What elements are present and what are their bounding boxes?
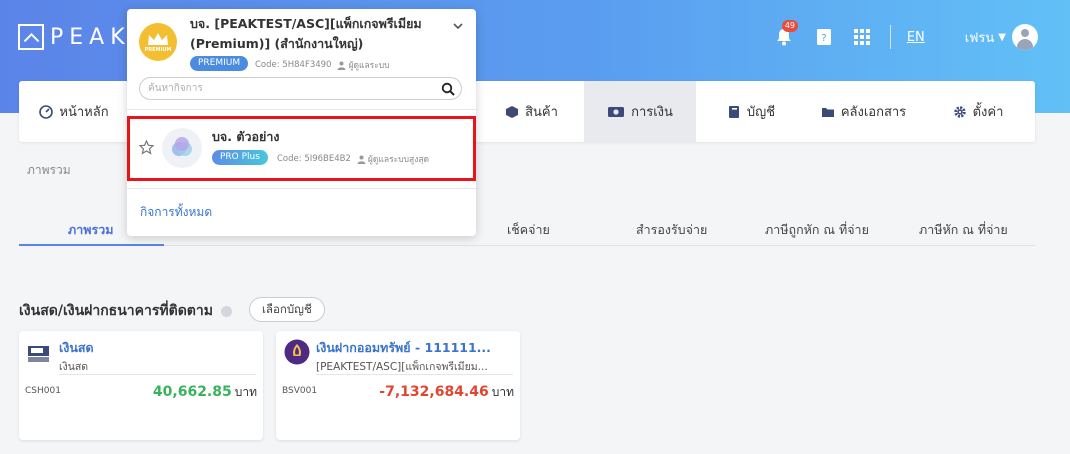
- user-name: เฟรน: [964, 30, 995, 46]
- cash-register-icon: [28, 346, 49, 362]
- bank-logo-icon: [284, 339, 310, 365]
- tab-overview[interactable]: ภาพรวม: [68, 220, 113, 240]
- star-icon[interactable]: [139, 140, 154, 155]
- nav-label: สินค้า: [525, 105, 558, 120]
- user-role: ผู้ดูแลระบบสูงสุด: [367, 155, 430, 165]
- business-code: Code: 5H84F3490: [255, 60, 332, 70]
- nav-label: การเงิน: [631, 105, 673, 120]
- peak-logo[interactable]: PEAK: [18, 24, 131, 50]
- currency-unit: บาท: [491, 385, 514, 399]
- currency-unit: บาท: [234, 385, 257, 399]
- apps-grid-icon[interactable]: [852, 27, 872, 47]
- gear-icon: [953, 105, 966, 118]
- account-name: เงินฝากออมทรัพย์ - 111111...: [316, 340, 491, 355]
- nav-item-documents[interactable]: คลังเอกสาร: [806, 81, 921, 142]
- header-right: 49 ? EN เฟรน ▼: [774, 20, 1038, 54]
- select-account-button[interactable]: เลือกบัญชี: [249, 297, 325, 322]
- business-logo-mark-icon: [172, 137, 192, 156]
- account-subtitle: [PEAKTEST/ASC][แพ็กเกจพรีเมียม...: [316, 361, 488, 373]
- current-business-logo: PREMIUM: [139, 23, 177, 61]
- nav-label: ตั้งค่า: [972, 105, 1004, 120]
- account-name: เงินสด: [59, 340, 94, 355]
- dropdown-divider: [127, 188, 476, 189]
- language-switch[interactable]: EN: [907, 30, 925, 45]
- account-card-cash[interactable]: เงินสด เงินสด CSH001 40,662.85 บาท: [19, 331, 263, 440]
- business-name: บจ. ตัวอย่าง: [212, 129, 280, 144]
- account-code: CSH001: [25, 386, 61, 396]
- business-meta: Code: 5I96BE4B2 ผู้ดูแลระบบสูงสุด: [277, 152, 429, 166]
- logo-word: PREMIUM: [144, 46, 172, 53]
- nav-label: คลังเอกสาร: [840, 105, 907, 120]
- search-icon[interactable]: [441, 82, 455, 96]
- card-divider: [59, 374, 256, 375]
- user-icon: [337, 61, 346, 70]
- logo-text: PEAK: [50, 24, 131, 50]
- card-divider: [316, 374, 513, 375]
- package-badge: PRO Plus: [212, 150, 268, 165]
- account-balance: -7,132,684.46 บาท: [379, 383, 514, 402]
- tab-withholding-received[interactable]: ภาษีถูกหัก ณ ที่จ่าย: [765, 220, 869, 240]
- nav-item-finance[interactable]: การเงิน: [584, 81, 696, 142]
- info-icon[interactable]: [221, 305, 232, 317]
- header-divider: [889, 25, 891, 49]
- business-list-item[interactable]: บจ. ตัวอย่าง PRO Plus Code: 5I96BE4B2 ผู…: [127, 116, 476, 181]
- business-code: Code: 5I96BE4B2: [277, 154, 351, 164]
- logo-mark-icon: [18, 24, 44, 50]
- ledger-icon: [728, 105, 739, 118]
- tab-withholding-paid[interactable]: ภาษีหัก ณ ที่จ่าย: [919, 220, 1008, 240]
- nav-item-products[interactable]: สินค้า: [479, 81, 584, 142]
- avatar: [1012, 24, 1038, 50]
- nav-label: หน้าหลัก: [59, 105, 109, 120]
- active-tab-indicator: [19, 244, 164, 246]
- chevron-down-icon[interactable]: [452, 20, 464, 32]
- account-card-savings[interactable]: เงินฝากออมทรัพย์ - 111111... [PEAKTEST/A…: [276, 331, 520, 440]
- business-switcher-dropdown: PREMIUM บจ. [PEAKTEST/ASC][แพ็กเกจพรีเมี…: [127, 9, 476, 236]
- account-balance: 40,662.85 บาท: [153, 383, 257, 402]
- user-menu[interactable]: เฟรน ▼: [965, 24, 1038, 50]
- nav-label: บัญชี: [746, 105, 776, 120]
- chevron-down-icon: ▼: [998, 31, 1006, 43]
- package-badge: PREMIUM: [190, 56, 249, 71]
- business-search: [139, 77, 462, 100]
- help-book-icon[interactable]: ?: [814, 27, 834, 47]
- nav-item-settings[interactable]: ตั้งค่า: [921, 81, 1035, 142]
- box-icon: [506, 105, 519, 118]
- folder-icon: [821, 107, 834, 117]
- current-business-meta: Code: 5H84F3490 ผู้ดูแลระบบ: [255, 58, 390, 72]
- account-code: BSV001: [282, 386, 318, 396]
- svg-text:?: ?: [821, 33, 826, 44]
- notification-bell-icon[interactable]: 49: [774, 20, 798, 47]
- all-businesses-link[interactable]: กิจการทั้งหมด: [140, 203, 212, 222]
- breadcrumb: ภาพรวม: [27, 163, 71, 177]
- account-subtitle: เงินสด: [59, 361, 89, 373]
- business-logo: [162, 128, 202, 168]
- money-icon: [608, 106, 625, 117]
- dashboard-icon: [39, 104, 54, 119]
- current-business-name: บจ. [PEAKTEST/ASC][แพ็กเกจพรีเมียม (Prem…: [190, 16, 422, 51]
- nav-item-home[interactable]: หน้าหลัก: [19, 81, 129, 142]
- tab-cheque[interactable]: เช็คจ่าย: [507, 220, 550, 240]
- business-search-input[interactable]: [148, 81, 428, 96]
- balance-value: -7,132,684.46: [379, 384, 489, 400]
- section-title-text: เงินสด/เงินฝากธนาคารที่ติดตาม: [19, 303, 213, 319]
- user-icon: [357, 155, 366, 164]
- nav-item-accounting[interactable]: บัญชี: [696, 81, 806, 142]
- notification-count-badge: 49: [781, 20, 798, 32]
- crown-icon: [148, 32, 168, 45]
- dropdown-divider: [127, 109, 476, 110]
- section-title: เงินสด/เงินฝากธนาคารที่ติดตาม: [19, 300, 232, 322]
- tab-petty-cash[interactable]: สำรองรับจ่าย: [636, 220, 707, 240]
- balance-value: 40,662.85: [152, 384, 232, 400]
- user-role: ผู้ดูแลระบบ: [348, 61, 390, 71]
